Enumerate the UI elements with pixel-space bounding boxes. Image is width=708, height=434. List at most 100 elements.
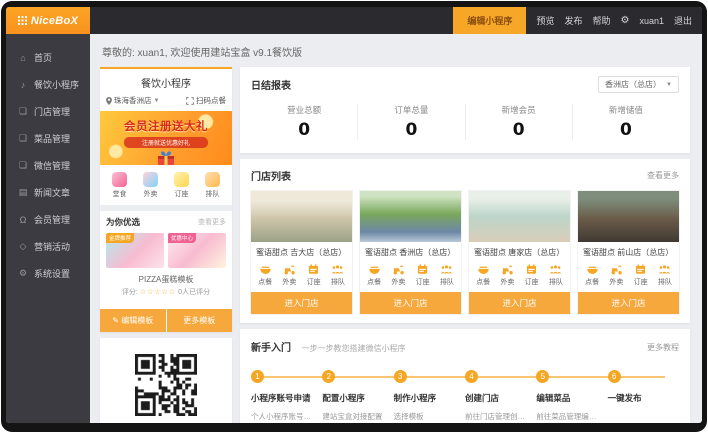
- store-action-3[interactable]: 排队: [653, 263, 677, 287]
- app-window: NiceBoX 编辑小程序 预览 发布 帮助 ⚙ xuan1 退出 ⌂ 首页 ♪…: [6, 7, 702, 423]
- sidebar-item-store-management[interactable]: ❏ 门店管理: [6, 98, 90, 125]
- topbar: NiceBoX 编辑小程序 预览 发布 帮助 ⚙ xuan1 退出: [6, 7, 702, 34]
- booking-icon: [634, 263, 647, 276]
- metric-orders: 订单总量 0: [357, 104, 464, 140]
- store-action-1[interactable]: 外卖: [277, 263, 301, 287]
- template-name: PIZZA蛋糕模板: [106, 274, 226, 285]
- store-action-1[interactable]: 外卖: [495, 263, 519, 287]
- chevron-down-icon: ▼: [154, 98, 160, 104]
- store-filter-select[interactable]: 香洲店（总店） ▼: [598, 76, 679, 93]
- store-icon: ❏: [18, 106, 28, 117]
- preview-link[interactable]: 预览: [536, 14, 554, 27]
- publish-link[interactable]: 发布: [564, 14, 582, 27]
- guide-subtitle: 一步一步教您搭建微信小程序: [301, 344, 405, 353]
- step-detail: 前往门店管理创建门店: [465, 411, 532, 422]
- miniprogram-icon: ♪: [18, 80, 28, 90]
- sidebar-item-marketing[interactable]: ◇ 营销活动: [6, 233, 90, 260]
- edit-template-button[interactable]: ✎ 编辑模板: [100, 309, 166, 332]
- store-action-3[interactable]: 排队: [435, 263, 459, 287]
- quick-action-dinein[interactable]: 堂食: [104, 172, 135, 199]
- quick-actions: 堂食 外卖 订座 排队: [100, 165, 232, 205]
- chevron-down-icon: ▼: [666, 82, 672, 88]
- enter-store-button[interactable]: 进入门店: [469, 292, 570, 314]
- banner-title: 会员注册送大礼: [100, 111, 232, 134]
- store-name: 蜜语甜点 香洲店（总店）: [360, 242, 461, 261]
- store-action-3[interactable]: 排队: [544, 263, 568, 287]
- phone-preview-column: 餐饮小程序 珠海香洲店 ▼ 扫码点餐: [100, 67, 232, 415]
- step-title: 一键发布: [608, 392, 675, 404]
- more-templates-button[interactable]: 更多模板: [167, 309, 233, 332]
- store-card: 蜜语甜点 前山店（总店）点餐外卖订座排队进入门店: [578, 191, 679, 314]
- step-number-badge: 1: [251, 370, 264, 383]
- store-actions: 点餐外卖订座排队: [578, 261, 679, 292]
- help-link[interactable]: 帮助: [592, 14, 610, 27]
- quick-action-queue[interactable]: 排队: [197, 172, 228, 199]
- sidebar: ⌂ 首页 ♪ 餐饮小程序 ❏ 门店管理 ❏ 菜品管理 ❏ 微信管理 ▤ 新闻文章: [6, 34, 90, 423]
- guide-step-2: 2配置小程序建站宝盒对接配置微信开发工具配置: [322, 370, 393, 423]
- store-action-2[interactable]: 订座: [629, 263, 653, 287]
- qr-code: [135, 354, 197, 416]
- wechat-icon: ❏: [18, 160, 28, 171]
- sidebar-item-system-settings[interactable]: ⚙ 系统设置: [6, 260, 90, 287]
- takeout-icon: [610, 263, 623, 276]
- step-title: 创建门店: [465, 392, 532, 404]
- step-number-badge: 2: [322, 370, 335, 383]
- reserve-icon: [174, 172, 189, 187]
- sidebar-item-home[interactable]: ⌂ 首页: [6, 44, 90, 71]
- store-name: 蜜语甜点 唐家店（总店）: [469, 242, 570, 261]
- settings-icon: ⚙: [18, 268, 28, 279]
- queue-people-icon: [331, 263, 344, 276]
- location-pin-icon: [106, 97, 112, 105]
- sidebar-item-wechat-management[interactable]: ❏ 微信管理: [6, 152, 90, 179]
- store-action-1[interactable]: 外卖: [604, 263, 628, 287]
- scan-order-link[interactable]: 扫码点餐: [186, 95, 226, 106]
- store-action-0[interactable]: 点餐: [253, 263, 277, 287]
- sidebar-item-restaurant-miniprogram[interactable]: ♪ 餐饮小程序: [6, 71, 90, 98]
- store-action-0[interactable]: 点餐: [471, 263, 495, 287]
- store-action-2[interactable]: 订座: [520, 263, 544, 287]
- phone-preview-card: 餐饮小程序 珠海香洲店 ▼ 扫码点餐: [100, 67, 232, 332]
- guide-title: 新手入门: [251, 343, 291, 354]
- grid-icon: [18, 16, 27, 25]
- store-action-3[interactable]: 排队: [326, 263, 350, 287]
- sidebar-item-dish-management[interactable]: ❏ 菜品管理: [6, 125, 90, 152]
- store-action-2[interactable]: 订座: [411, 263, 435, 287]
- sidebar-item-news-articles[interactable]: ▤ 新闻文章: [6, 179, 90, 206]
- store-action-2[interactable]: 订座: [302, 263, 326, 287]
- order-food-icon: [586, 263, 599, 276]
- step-number-badge: 4: [465, 370, 478, 383]
- guide-more-link[interactable]: 更多教程: [647, 342, 679, 353]
- queue-icon: [205, 172, 220, 187]
- store-name: 蜜语甜点 吉大店（总店）: [251, 242, 352, 261]
- enter-store-button[interactable]: 进入门店: [251, 292, 352, 314]
- store-action-1[interactable]: 外卖: [386, 263, 410, 287]
- sidebar-item-member-management[interactable]: Ω 会员管理: [6, 206, 90, 233]
- marketing-icon: ◇: [18, 241, 28, 252]
- logout-link[interactable]: 退出: [674, 14, 692, 27]
- gear-icon[interactable]: ⚙: [620, 15, 629, 26]
- step-detail: 个人小程序账号注册: [251, 411, 318, 422]
- takeout-icon: [392, 263, 405, 276]
- store-card: 蜜语甜点 香洲店（总店） 点餐外卖订座排队进入门店: [360, 191, 461, 314]
- step-title: 配置小程序: [322, 392, 389, 404]
- queue-people-icon: [440, 263, 453, 276]
- store-card: 蜜语甜点 唐家店（总店） 点餐外卖订座排队进入门店: [469, 191, 570, 314]
- queue-people-icon: [658, 263, 671, 276]
- enter-store-button[interactable]: 进入门店: [578, 292, 679, 314]
- edit-miniprogram-button[interactable]: 编辑小程序: [453, 7, 526, 34]
- order-food-icon: [368, 263, 381, 276]
- store-action-0[interactable]: 点餐: [580, 263, 604, 287]
- store-action-0[interactable]: 点餐: [362, 263, 386, 287]
- store-list-more-link[interactable]: 查看更多: [647, 170, 679, 181]
- picks-more-link[interactable]: 查看更多: [198, 217, 226, 227]
- banner-subtitle: 注册就送优惠好礼: [124, 137, 208, 148]
- location-selector[interactable]: 珠海香洲店 ▼: [106, 95, 159, 106]
- username-label[interactable]: xuan1: [639, 16, 664, 26]
- enter-store-button[interactable]: 进入门店: [360, 292, 461, 314]
- booking-icon: [525, 263, 538, 276]
- quick-action-delivery[interactable]: 外卖: [135, 172, 166, 199]
- quick-action-reserve[interactable]: 订座: [166, 172, 197, 199]
- picks-title: 为你优选: [106, 216, 140, 228]
- queue-people-icon: [549, 263, 562, 276]
- step-title: 编辑菜品: [536, 392, 603, 404]
